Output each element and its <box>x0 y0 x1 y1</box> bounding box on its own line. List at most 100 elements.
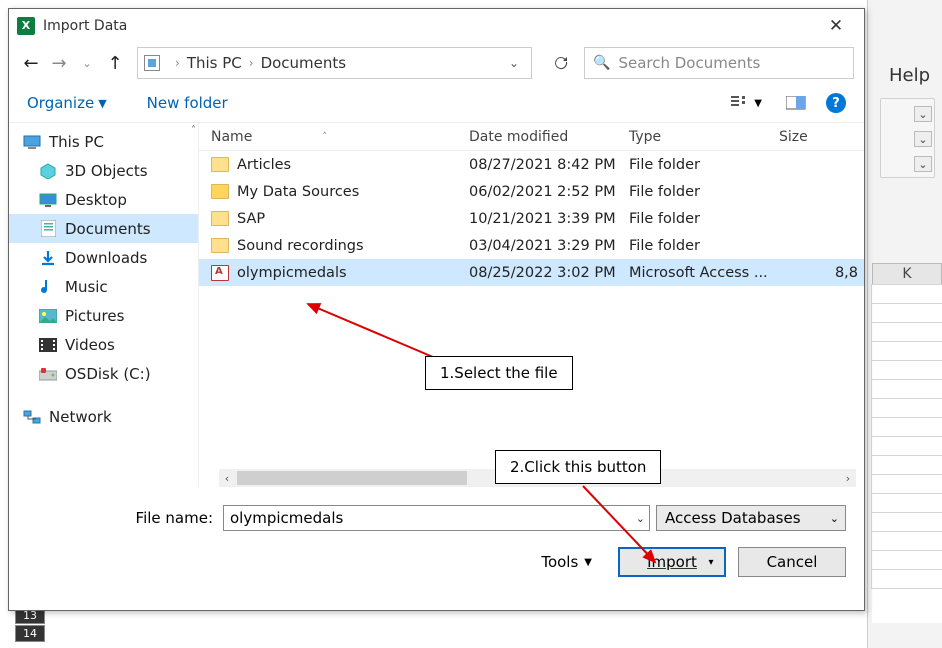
annotation-2: 2.Click this button <box>495 450 661 484</box>
music-icon <box>39 279 57 295</box>
cell[interactable] <box>871 531 942 551</box>
row-headers: 13 14 <box>15 607 45 643</box>
cell[interactable] <box>871 493 942 513</box>
cell[interactable] <box>871 550 942 570</box>
ribbon-chevron[interactable]: ⌄ <box>914 131 932 147</box>
disk-icon <box>39 366 57 382</box>
search-input[interactable]: 🔍 Search Documents <box>584 47 854 79</box>
scroll-up-icon[interactable]: ˄ <box>191 125 196 136</box>
file-type: File folder <box>629 211 779 227</box>
help-tab[interactable]: Help <box>889 65 930 86</box>
file-name: SAP <box>237 211 265 227</box>
tree-item-label: Documents <box>65 220 151 238</box>
file-type: Microsoft Access ... <box>629 265 779 281</box>
net-icon <box>23 409 41 425</box>
tree-item-label: Music <box>65 278 108 296</box>
cell[interactable] <box>871 341 942 361</box>
file-size: 8,8 <box>779 265 864 281</box>
cell[interactable] <box>871 512 942 532</box>
ribbon-chevron[interactable]: ⌄ <box>914 156 932 172</box>
file-row[interactable]: SAP 10/21/2021 3:39 PMFile folder <box>199 205 864 232</box>
file-row[interactable]: Sound recordings03/04/2021 3:29 PMFile f… <box>199 232 864 259</box>
help-icon[interactable]: ? <box>826 93 846 113</box>
tools-button[interactable]: Tools▼ <box>541 553 592 571</box>
organize-button[interactable]: Organize▼ <box>27 94 107 112</box>
import-data-dialog: X Import Data ✕ ← → ⌄ ↑ › This PC › Docu… <box>8 8 865 611</box>
pc-icon <box>23 134 41 150</box>
tree-item-label: Pictures <box>65 307 124 325</box>
cell[interactable] <box>871 569 942 589</box>
cell[interactable] <box>871 322 942 342</box>
close-icon[interactable]: ✕ <box>816 16 856 36</box>
column-headers: Name˄ Date modified Type Size <box>199 123 864 151</box>
tree-item-music[interactable]: Music <box>9 272 198 301</box>
scroll-right-icon[interactable]: › <box>840 472 856 485</box>
folder-icon <box>211 157 229 172</box>
tree-item-pictures[interactable]: Pictures <box>9 301 198 330</box>
breadcrumb-dropdown-icon[interactable]: ⌄ <box>503 56 525 70</box>
tree-item-videos[interactable]: Videos <box>9 330 198 359</box>
file-row[interactable]: olympicmedals08/25/2022 3:02 PMMicrosoft… <box>199 259 864 286</box>
file-type-filter[interactable]: Access Databases ⌄ <box>656 505 846 531</box>
recent-dropdown-icon[interactable]: ⌄ <box>75 57 99 70</box>
column-name[interactable]: Name˄ <box>199 129 469 145</box>
scrollbar-thumb[interactable] <box>237 471 467 485</box>
cell[interactable] <box>871 398 942 418</box>
file-name: Articles <box>237 157 291 173</box>
breadcrumb-current[interactable]: Documents <box>261 54 347 72</box>
chevron-right-icon[interactable]: › <box>249 56 254 70</box>
ribbon-chevron[interactable]: ⌄ <box>914 106 932 122</box>
new-folder-button[interactable]: New folder <box>147 94 228 112</box>
cell[interactable] <box>871 417 942 437</box>
column-header-k[interactable]: K <box>872 263 942 285</box>
folder-icon <box>211 184 229 199</box>
breadcrumb[interactable]: › This PC › Documents ⌄ <box>137 47 532 79</box>
scroll-left-icon[interactable]: ‹ <box>219 472 235 485</box>
breadcrumb-root[interactable]: This PC <box>187 54 242 72</box>
file-row[interactable]: My Data Sources06/02/2021 2:52 PMFile fo… <box>199 178 864 205</box>
excel-icon: X <box>17 17 35 35</box>
tree-item-this-pc[interactable]: This PC <box>9 127 198 156</box>
forward-icon: → <box>47 53 71 74</box>
tree-item-3d-objects[interactable]: 3D Objects <box>9 156 198 185</box>
file-type: File folder <box>629 238 779 254</box>
column-size[interactable]: Size <box>779 129 864 145</box>
cell[interactable] <box>871 379 942 399</box>
tree-item-network[interactable]: Network <box>9 402 198 431</box>
cell[interactable] <box>871 474 942 494</box>
chevron-down-icon[interactable]: ⌄ <box>636 512 645 525</box>
cancel-button[interactable]: Cancel <box>738 547 846 577</box>
file-name: olympicmedals <box>237 265 347 281</box>
file-name: My Data Sources <box>237 184 359 200</box>
tree-item-downloads[interactable]: Downloads <box>9 243 198 272</box>
file-row[interactable]: Articles08/27/2021 8:42 PMFile folder <box>199 151 864 178</box>
file-name: Sound recordings <box>237 238 364 254</box>
cell[interactable] <box>871 436 942 456</box>
annotation-1: 1.Select the file <box>425 356 573 390</box>
refresh-icon[interactable] <box>546 48 576 78</box>
view-mode-button[interactable]: ▼ <box>725 93 768 113</box>
toolbar: Organize▼ New folder ▼ ? <box>9 84 864 122</box>
folder-icon <box>211 211 229 226</box>
dl-icon <box>39 250 57 266</box>
column-date[interactable]: Date modified <box>469 129 629 145</box>
row-header[interactable]: 14 <box>15 625 45 642</box>
cell[interactable] <box>871 303 942 323</box>
column-type[interactable]: Type <box>629 129 779 145</box>
tree-item-desktop[interactable]: Desktop <box>9 185 198 214</box>
nav-tree: ˄ This PC3D ObjectsDesktop Documents Downl… <box>9 123 199 487</box>
chevron-right-icon[interactable]: › <box>175 56 180 70</box>
import-button[interactable]: Import ▾ <box>618 547 726 577</box>
tree-item-osdisk-c-[interactable]: OSDisk (C:) <box>9 359 198 388</box>
cell[interactable] <box>871 284 942 304</box>
filename-input[interactable]: olympicmedals ⌄ <box>223 505 650 531</box>
preview-pane-button[interactable] <box>780 93 812 113</box>
cell[interactable] <box>871 360 942 380</box>
search-placeholder: Search Documents <box>618 54 760 72</box>
cell[interactable] <box>871 455 942 475</box>
file-date: 10/21/2021 3:39 PM <box>469 211 629 227</box>
tree-item-documents[interactable]: Documents <box>9 214 198 243</box>
back-icon[interactable]: ← <box>19 53 43 74</box>
up-icon[interactable]: ↑ <box>103 53 127 74</box>
doc-icon <box>39 221 57 237</box>
